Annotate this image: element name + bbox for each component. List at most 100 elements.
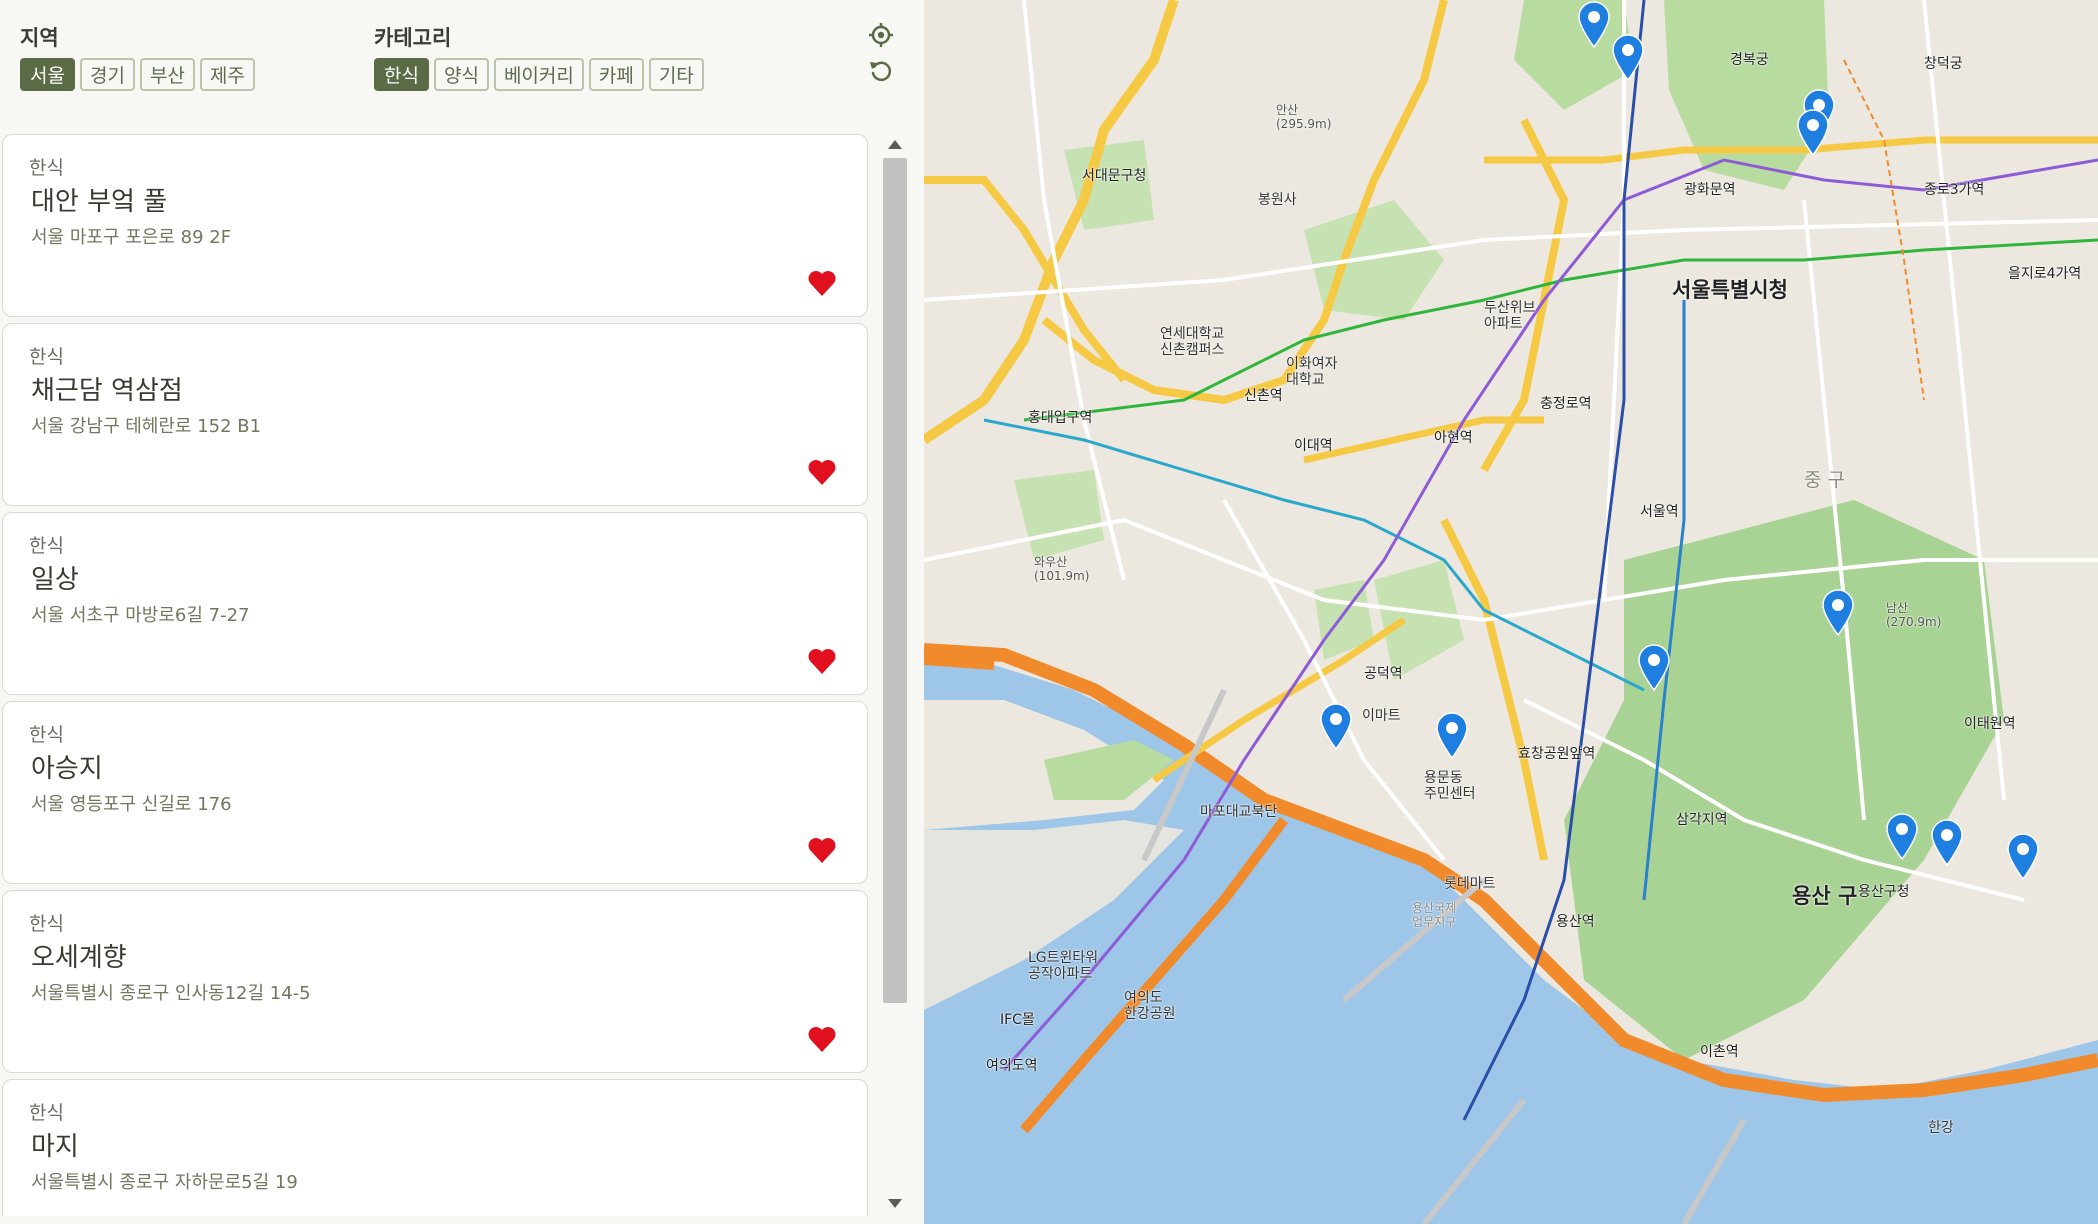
- card-address: 서울 서초구 마방로6길 7-27: [31, 605, 250, 626]
- map-pin-icon[interactable]: [1637, 643, 1671, 691]
- heart-icon[interactable]: [807, 458, 837, 486]
- map-pin-icon[interactable]: [1821, 588, 1855, 636]
- card-category: 한식: [29, 1102, 64, 1124]
- region-chip-jeju[interactable]: 제주: [199, 58, 255, 91]
- filter-bar: 지역 서울 경기 부산 제주 카테고리 한식 양식 베이커리 카페 기타: [0, 0, 924, 125]
- map-pin-icon[interactable]: [2006, 832, 2040, 880]
- map-label-city-hall: 서울특별시청: [1672, 278, 1788, 302]
- map-label-bongwonsa: 봉원사: [1258, 192, 1297, 208]
- map-pin-icon[interactable]: [1611, 33, 1645, 81]
- map-label-hangang-park: 여의도 한강공원: [1124, 990, 1176, 1023]
- card-category: 한식: [29, 535, 64, 557]
- map-label-sinchon: 신촌역: [1244, 388, 1283, 404]
- map-pin-icon[interactable]: [1435, 711, 1469, 759]
- card-address: 서울 강남구 테헤란로 152 B1: [31, 416, 262, 437]
- map-view[interactable]: 서울특별시청 용산 구 중 구 연세대학교 신촌캠퍼스 이화여자 대학교 서울역…: [924, 0, 2098, 1224]
- map-label-ewha: 이화여자 대학교: [1286, 356, 1338, 389]
- category-chip-other[interactable]: 기타: [648, 58, 704, 91]
- map-pin-icon[interactable]: [1930, 818, 1964, 866]
- restaurant-card[interactable]: 한식 일상 서울 서초구 마방로6길 7-27: [2, 512, 868, 695]
- map-label-itaewon: 이태원역: [1964, 716, 2016, 732]
- card-address: 서울특별시 종로구 자하문로5길 19: [31, 1172, 298, 1193]
- card-category: 한식: [29, 724, 64, 746]
- restaurant-list[interactable]: 한식 대안 부엌 풀 서울 마포구 포은로 89 2F 한식 채근담 역삼점 서…: [0, 132, 872, 1216]
- map-label-e-mart: 이마트: [1362, 708, 1401, 724]
- map-label-doosan-apt: 두산위브 아파트: [1484, 300, 1536, 333]
- heart-icon[interactable]: [807, 1025, 837, 1053]
- map-label-jung-gu: 중 구: [1804, 469, 1845, 491]
- heart-icon[interactable]: [807, 1214, 837, 1216]
- map-label-seoul-station: 서울역: [1640, 504, 1679, 520]
- list-scrollbar[interactable]: [880, 132, 910, 1216]
- map-label-ahyeon-station: 아현역: [1434, 430, 1473, 446]
- card-name: 아승지: [31, 754, 103, 784]
- map-pin-icon[interactable]: [1577, 0, 1611, 48]
- map-label-yongsan-intl: 용산국제 업무지구: [1412, 901, 1457, 929]
- card-address: 서울 마포구 포은로 89 2F: [31, 227, 232, 248]
- locate-icon: [869, 23, 893, 47]
- category-filter-title: 카테고리: [374, 26, 452, 50]
- card-category: 한식: [29, 346, 64, 368]
- reset-button[interactable]: [866, 56, 896, 86]
- heart-icon[interactable]: [807, 269, 837, 297]
- card-name: 대안 부엌 풀: [31, 187, 168, 217]
- map-label-gongdeok: 공덕역: [1364, 666, 1403, 682]
- map-pin-icon[interactable]: [1796, 108, 1830, 156]
- map-label-samgakji: 삼각지역: [1676, 812, 1728, 828]
- map-label-yeouido: 여의도역: [986, 1058, 1038, 1074]
- restaurant-card[interactable]: 한식 대안 부엌 풀 서울 마포구 포은로 89 2F: [2, 134, 868, 317]
- reset-icon: [870, 61, 892, 82]
- map-pin-icon[interactable]: [1885, 812, 1919, 860]
- map-label-hyochang: 효창공원앞역: [1518, 746, 1596, 762]
- heart-icon[interactable]: [807, 836, 837, 864]
- map-label-hangang: 한강: [1928, 1120, 1954, 1136]
- map-label-changdeok: 창덕궁: [1924, 56, 1963, 72]
- map-pin-icon[interactable]: [1319, 702, 1353, 750]
- scroll-up-icon[interactable]: [888, 140, 902, 149]
- scroll-down-icon[interactable]: [888, 1199, 902, 1208]
- map-label-lotte-mart: 롯데마트: [1444, 876, 1496, 892]
- category-chip-bakery[interactable]: 베이커리: [493, 58, 584, 91]
- card-address: 서울특별시 종로구 인사동12길 14-5: [31, 983, 311, 1004]
- map-label-yongsan-gu: 용산 구: [1792, 884, 1858, 908]
- restaurant-card[interactable]: 한식 채근담 역삼점 서울 강남구 테헤란로 152 B1: [2, 323, 868, 506]
- map-label-mapo-bridge: 마포대교북단: [1200, 804, 1278, 820]
- locate-button[interactable]: [866, 20, 896, 50]
- category-chip-cafe[interactable]: 카페: [588, 58, 644, 91]
- scroll-thumb[interactable]: [883, 158, 907, 1003]
- region-chip-gyeonggi[interactable]: 경기: [79, 58, 135, 91]
- card-name: 마지: [31, 1132, 79, 1162]
- card-name: 채근담 역삼점: [31, 376, 183, 406]
- map-label-hongik-station: 홍대입구역: [1028, 410, 1093, 426]
- map-label-ehwa-station: 이대역: [1294, 438, 1333, 454]
- map-label-namsan: 남산 (270.9m): [1886, 601, 1942, 629]
- card-category: 한식: [29, 913, 64, 935]
- map-label-yonsei: 연세대학교 신촌캠퍼스: [1160, 326, 1225, 359]
- region-chip-seoul[interactable]: 서울: [20, 58, 75, 91]
- card-name: 일상: [31, 565, 79, 595]
- card-category: 한식: [29, 157, 64, 179]
- heart-icon[interactable]: [807, 647, 837, 675]
- map-label-seodaemun: 서대문구청: [1082, 168, 1147, 184]
- card-address: 서울 영등포구 신길로 176: [31, 794, 232, 815]
- category-chip-korean[interactable]: 한식: [374, 58, 429, 91]
- map-label-wausan: 와우산 (101.9m): [1034, 555, 1090, 583]
- map-label-chungjeongno: 충정로역: [1540, 396, 1592, 412]
- region-filter: 지역 서울 경기 부산 제주: [20, 22, 255, 91]
- card-name: 오세계향: [31, 943, 127, 973]
- map-label-jonggak: 종로3가역: [1924, 182, 1985, 198]
- map-label-ifc: IFC몰: [1000, 1012, 1035, 1028]
- restaurant-card[interactable]: 한식 마지 서울특별시 종로구 자하문로5길 19: [2, 1079, 868, 1216]
- region-chip-busan[interactable]: 부산: [139, 58, 195, 91]
- map-label-gwanghwamun: 광화문역: [1684, 182, 1736, 198]
- restaurant-card[interactable]: 한식 아승지 서울 영등포구 신길로 176: [2, 701, 868, 884]
- map-label-ansan: 안산 (295.9m): [1276, 103, 1332, 131]
- region-filter-title: 지역: [20, 26, 59, 50]
- map-label-yongsan-gu-office: 용산구청: [1858, 884, 1910, 900]
- category-filter: 카테고리 한식 양식 베이커리 카페 기타: [374, 22, 704, 91]
- map-label-gyeongbok: 경복궁: [1730, 52, 1769, 68]
- restaurant-card[interactable]: 한식 오세계향 서울특별시 종로구 인사동12길 14-5: [2, 890, 868, 1073]
- category-chip-western[interactable]: 양식: [433, 58, 489, 91]
- restaurant-panel: 지역 서울 경기 부산 제주 카테고리 한식 양식 베이커리 카페 기타 한식 …: [0, 0, 924, 1224]
- map-label-lg-twin: LG트윈타워 공작아파트: [1028, 950, 1099, 983]
